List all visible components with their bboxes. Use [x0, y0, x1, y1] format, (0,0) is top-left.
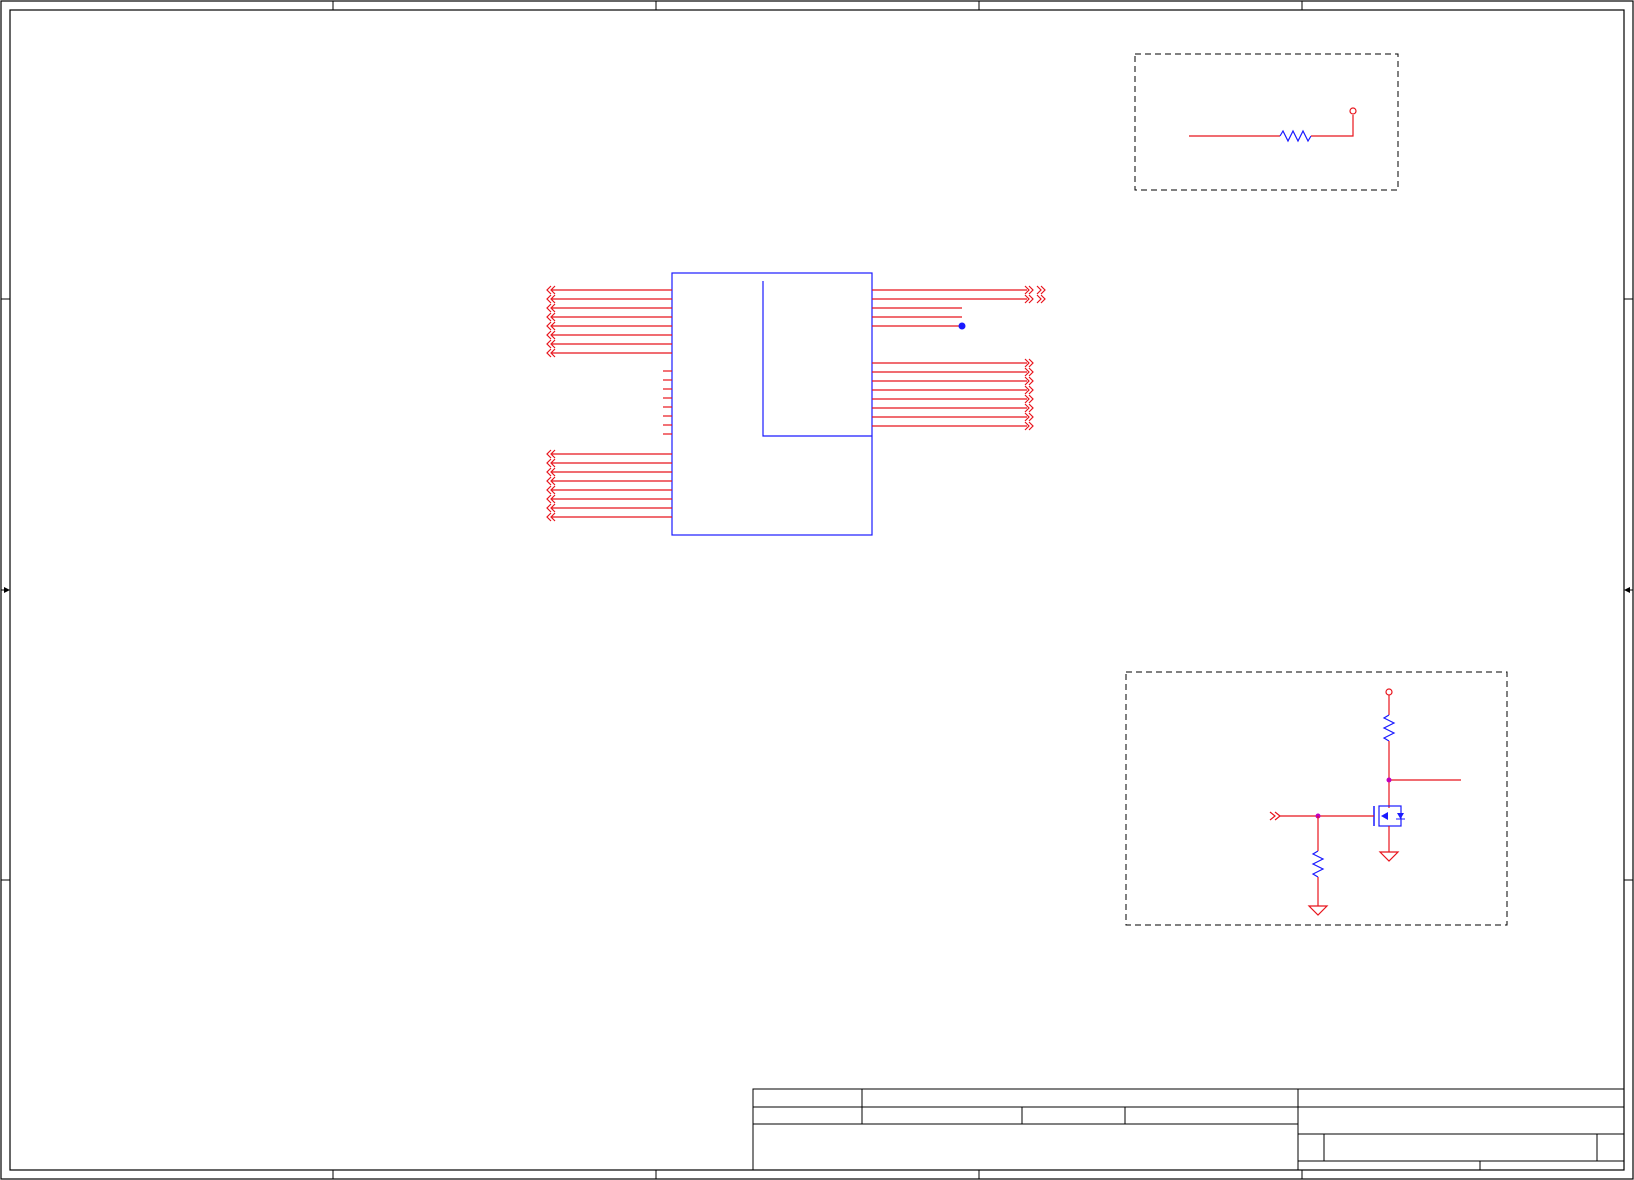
inner-border: [9, 9, 1625, 1171]
zone-ticks: [1, 1, 1633, 1179]
drain-pullup-resistor: [1382, 714, 1396, 742]
schematic-canvas: [0, 0, 1634, 1180]
ic-component: [546, 272, 1046, 536]
title-block-frame: [752, 1088, 1625, 1171]
title-block: [752, 1088, 1625, 1171]
mosfet-diode-icon: [1397, 813, 1404, 819]
gate-net-port-icon: [1269, 811, 1276, 821]
resistor-symbol: [1279, 129, 1312, 143]
ic-left-unconnected-stubs: [663, 370, 672, 435]
pullup-block-dashed-border: [1134, 53, 1399, 191]
pullup-output-wire: [1311, 115, 1354, 137]
vcc-port-icon: [1385, 688, 1393, 696]
no-connect-dot-icon: [958, 322, 966, 330]
schematic-sheet: [0, 0, 1634, 1180]
ic-right-pins-bottom: [872, 358, 1034, 431]
ic-internal-divider: [762, 281, 872, 437]
output-port-icon: [1036, 294, 1042, 304]
ic-left-pins-bottom: [546, 449, 672, 522]
outer-border: [0, 0, 1634, 1180]
mosfet-arrow-icon: [1381, 812, 1388, 820]
ic-right-pins-top: [872, 285, 1046, 327]
ic-body: [671, 272, 873, 536]
output-port-icon: [1036, 285, 1042, 295]
ground-icon-source: [1378, 851, 1400, 862]
ic-left-pins-top: [546, 285, 672, 358]
gate-pulldown-resistor: [1311, 850, 1325, 878]
sheet-frame: [0, 0, 1634, 1180]
pullup-resistor-block: [1134, 53, 1399, 191]
drain-junction: [1386, 777, 1392, 783]
power-port-icon: [1349, 107, 1357, 115]
mosfet-block-dashed-border: [1125, 671, 1508, 926]
mosfet-switch-block: [1125, 671, 1508, 926]
ground-icon-gate: [1307, 905, 1329, 916]
zone-center-arrows: [1, 587, 1633, 593]
